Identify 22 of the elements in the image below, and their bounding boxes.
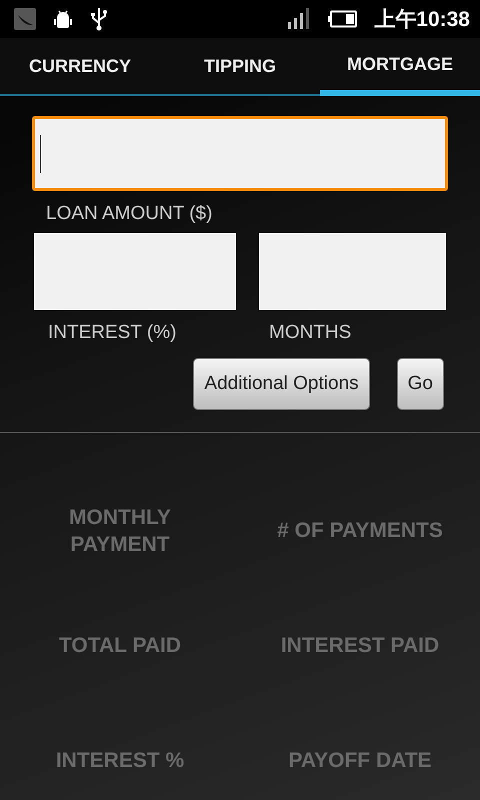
result-label: TOTAL PAID: [58, 633, 182, 659]
result-label: MONTHLY PAYMENT: [68, 504, 172, 558]
android-icon: [52, 8, 74, 30]
battery-icon: [328, 10, 358, 28]
input-field[interactable]: [34, 233, 236, 310]
tab[interactable]: MORTGAGE: [320, 38, 480, 90]
field-label: INTEREST (%): [47, 322, 178, 344]
result-label: # OF PAYMENTS: [277, 518, 443, 544]
input-field[interactable]: [259, 233, 446, 310]
field-label: LOAN AMOUNT ($): [45, 203, 214, 225]
clock-time: 上午10:38: [374, 7, 470, 33]
input-field[interactable]: [32, 116, 448, 191]
result-label: PAYOFF DATE: [288, 748, 432, 774]
tab[interactable]: CURRENCY: [0, 38, 160, 94]
result-label: INTEREST %: [56, 748, 184, 774]
go-button[interactable]: Go: [396, 358, 444, 410]
options-button[interactable]: Additional Options: [193, 358, 370, 410]
field-label: MONTHS: [268, 322, 352, 344]
result-label: INTEREST PAID: [280, 633, 440, 659]
notification-icon: [14, 8, 36, 30]
usb-icon: [90, 7, 108, 31]
tab[interactable]: TIPPING: [160, 38, 320, 94]
